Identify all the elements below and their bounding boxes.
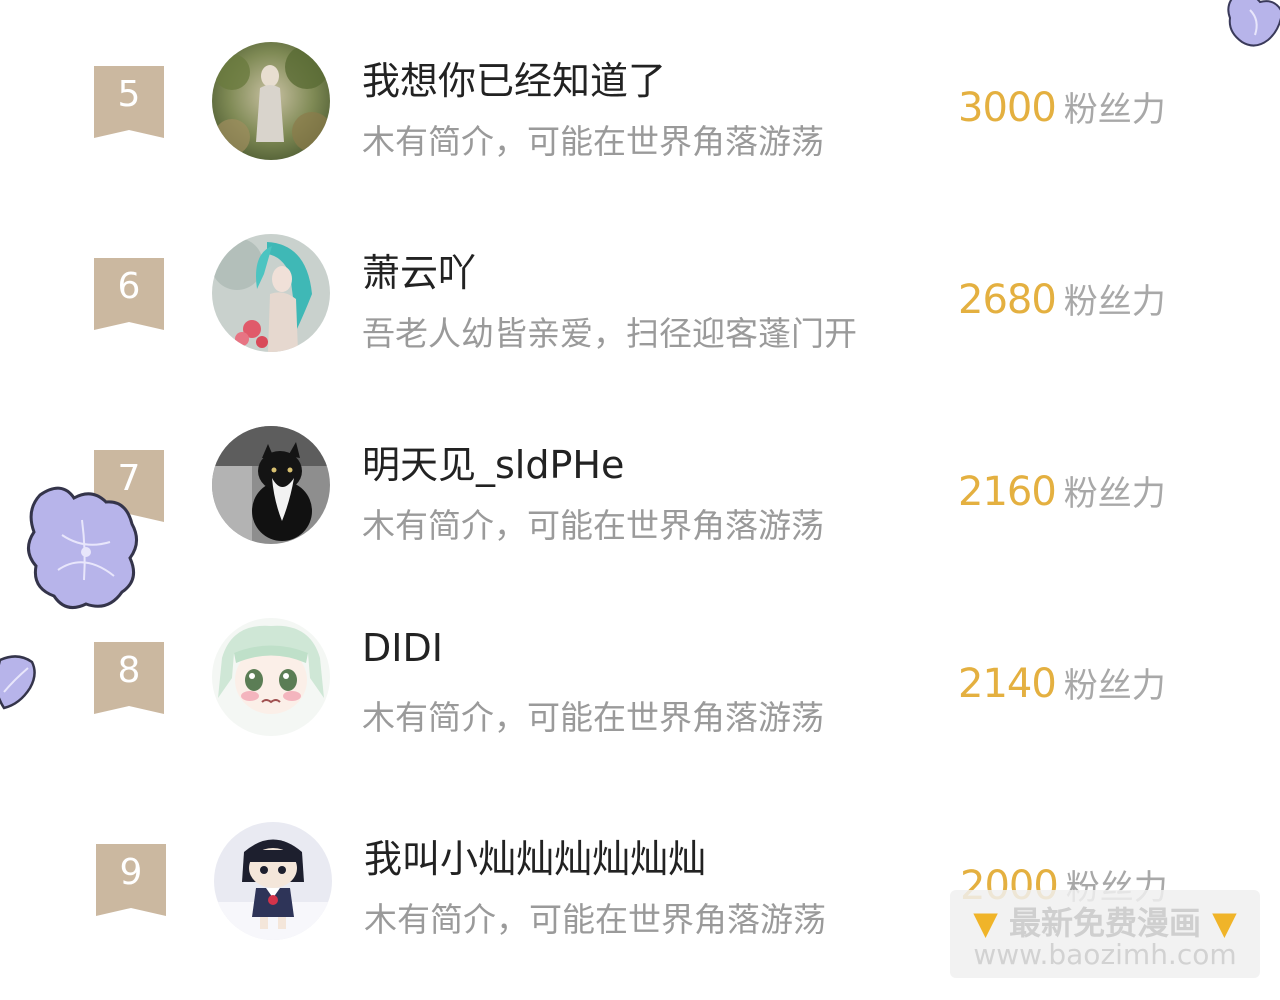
user-avatar[interactable] [212,618,330,736]
ranking-row[interactable]: 7 明天见_sldPHe 木有简介，可能在世界角落游荡 2160 粉丝力 [0,384,1280,574]
pointing-down-hand-icon: ▼ [973,904,998,942]
flower-sticker-icon [1227,0,1280,47]
fans-score: 2140 粉丝力 [958,658,1166,707]
fans-label: 粉丝力 [1063,282,1166,322]
rank-number: 8 [117,650,141,691]
rank-badge: 9 [96,844,166,916]
fans-score: 3000 粉丝力 [958,82,1166,131]
user-avatar[interactable] [214,822,332,940]
flower-sticker-icon [27,486,138,610]
rank-number: 9 [119,852,143,893]
fans-label: 粉丝力 [1063,90,1166,130]
fans-number: 2680 [958,277,1057,323]
fans-number: 2140 [958,661,1057,707]
watermark: ▼ 最新免费漫画 ▼ www.baozimh.com [950,890,1260,978]
fans-number: 2160 [958,469,1057,515]
user-bio: 木有简介，可能在世界角落游荡 [362,698,824,737]
rank-badge: 6 [94,258,164,330]
rank-badge: 5 [94,66,164,138]
rank-badge: 8 [94,642,164,714]
flower-sticker-icon [0,655,36,710]
user-name[interactable]: 萧云吖 [362,242,476,297]
user-avatar[interactable] [212,426,330,544]
user-name[interactable]: 我想你已经知道了 [362,50,666,105]
fans-number: 3000 [958,85,1057,131]
user-bio: 吾老人幼皆亲爱，扫径迎客蓬门开 [362,314,857,353]
user-avatar[interactable] [212,42,330,160]
user-name[interactable]: 我叫小灿灿灿灿灿灿 [364,828,706,883]
user-bio: 木有简介，可能在世界角落游荡 [364,900,826,939]
watermark-url: www.baozimh.com [973,938,1237,971]
rank-number: 5 [117,74,141,115]
fans-label: 粉丝力 [1063,666,1166,706]
watermark-text: 最新免费漫画 [1008,904,1201,942]
ranking-row[interactable]: 6 萧云吖 吾老人幼皆亲爱，扫径迎客蓬门开 2680 粉丝力 [0,192,1280,382]
user-name[interactable]: 明天见_sldPHe [362,434,624,489]
ranking-row[interactable]: 5 我想你已经知道了 木有简介，可能在世界角落游荡 3000 粉丝力 [0,0,1280,190]
rank-number: 6 [117,266,141,307]
ranking-page: 5 我想你已经知道了 木有简介，可能在世界角落游荡 3000 粉丝力 6 萧云吖… [0,0,1280,1000]
user-name[interactable]: DIDI [362,626,443,670]
ranking-row[interactable]: 8 DIDI 木有简介，可能在世界角落游荡 2140 粉丝力 [0,576,1280,766]
fans-score: 2680 粉丝力 [958,274,1166,323]
user-bio: 木有简介，可能在世界角落游荡 [362,122,824,161]
fans-label: 粉丝力 [1063,474,1166,514]
fans-score: 2160 粉丝力 [958,466,1166,515]
user-bio: 木有简介，可能在世界角落游荡 [362,506,824,545]
user-avatar[interactable] [212,234,330,352]
pointing-down-hand-icon: ▼ [1212,904,1237,942]
